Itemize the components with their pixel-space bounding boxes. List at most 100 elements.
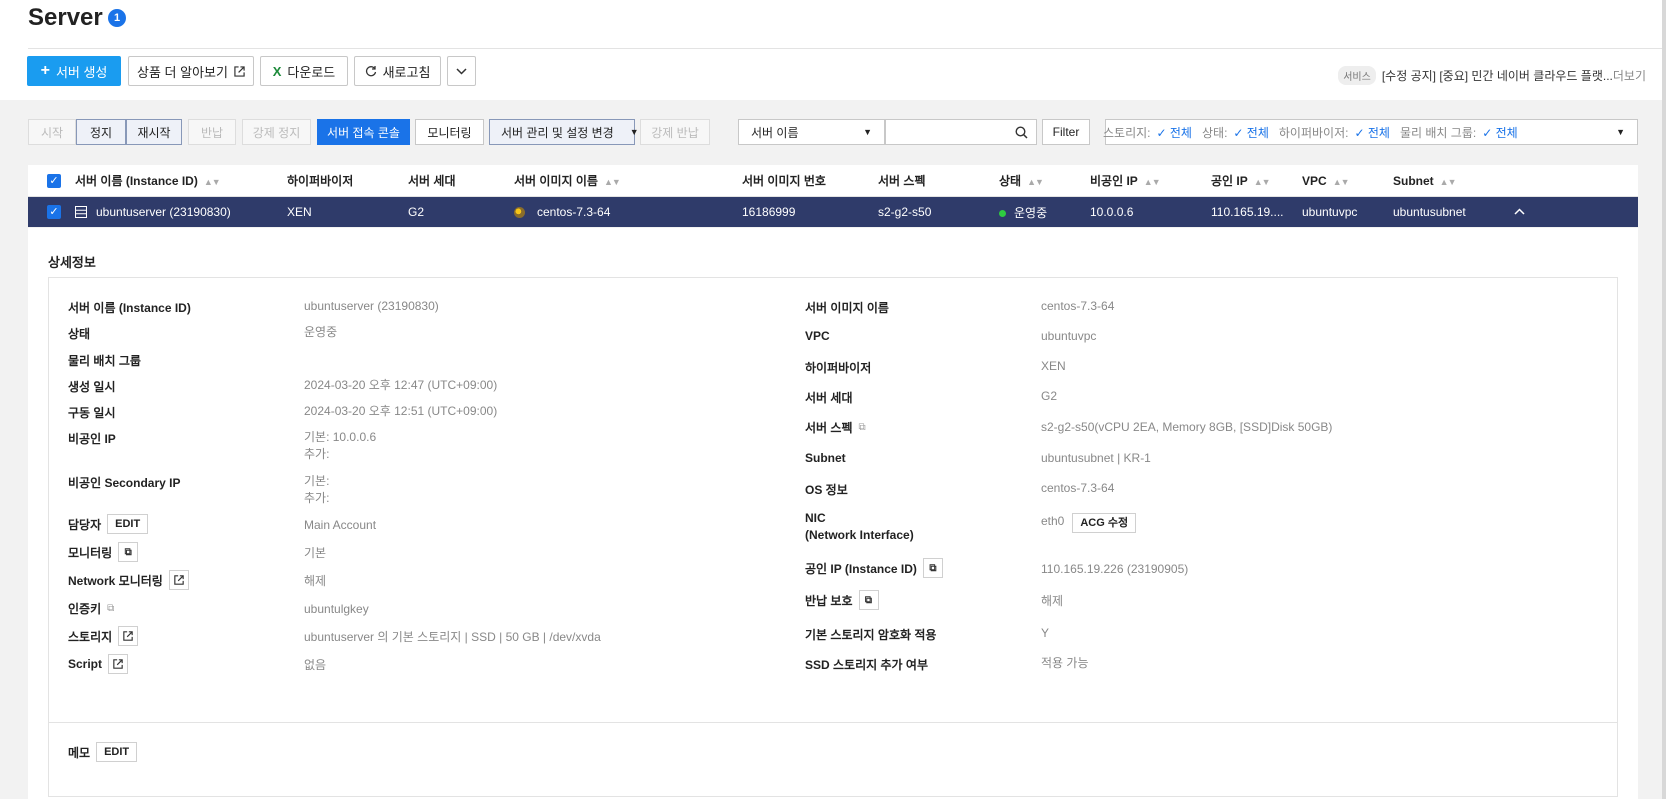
- check-icon: ✓: [1354, 125, 1368, 140]
- plus-icon: +: [40, 62, 50, 79]
- col-private-ip[interactable]: 비공인 IP ▲▼: [1090, 172, 1161, 189]
- notice-text[interactable]: [수정 공지] [중요] 민간 네이버 클라우드 플랫...: [1382, 67, 1613, 84]
- start-button[interactable]: 시작: [28, 119, 76, 145]
- filter-hypervisor-label: 하이퍼바이저:: [1278, 125, 1349, 140]
- force-return-button[interactable]: 강제 반납: [640, 119, 710, 145]
- col-image-name[interactable]: 서버 이미지 이름 ▲▼: [514, 172, 621, 189]
- detail-image-label: 서버 이미지 이름: [805, 301, 889, 315]
- copy-icon[interactable]: ⧉: [922, 558, 943, 578]
- detail-public-ip-row: 공인 IP (Instance ID) ⧉: [805, 558, 943, 578]
- search-input[interactable]: [894, 125, 1004, 139]
- download-button[interactable]: X 다운로드: [260, 56, 348, 86]
- detail-secondary-ip-main: 기본:: [304, 474, 330, 488]
- detail-vpc-label: VPC: [805, 329, 830, 343]
- row-hypervisor: XEN: [287, 205, 312, 219]
- create-server-button[interactable]: + 서버 생성: [27, 56, 121, 86]
- copy-icon[interactable]: ⧉: [118, 542, 139, 562]
- sort-icon: ▲▼: [1027, 177, 1044, 187]
- caret-down-icon: ▼: [863, 127, 872, 137]
- copy-icon[interactable]: ⧉: [858, 590, 879, 610]
- stop-button[interactable]: 정지: [76, 119, 126, 145]
- col-subnet[interactable]: Subnet ▲▼: [1393, 174, 1456, 188]
- console-button[interactable]: 서버 접속 콘솔: [317, 119, 410, 145]
- external-link-icon[interactable]: [118, 626, 139, 646]
- refresh-button[interactable]: 새로고침: [354, 56, 441, 86]
- detail-return-protect-row: 반납 보호 ⧉: [805, 590, 879, 610]
- filter-hypervisor-value[interactable]: ✓ 전체: [1354, 124, 1389, 141]
- detail-name-label: 서버 이름 (Instance ID): [68, 301, 191, 315]
- external-link-icon[interactable]: [108, 654, 129, 674]
- learn-more-button[interactable]: 상품 더 알아보기: [128, 56, 254, 86]
- filter-summary[interactable]: 스토리지: ✓ 전체 상태: ✓ 전체 하이퍼바이저: ✓ 전체 물리 배치 그…: [1103, 119, 1638, 145]
- search-box[interactable]: [885, 119, 1037, 145]
- more-options-button[interactable]: [447, 56, 476, 86]
- manage-settings-dropdown[interactable]: 서버 관리 및 설정 변경 ▼: [489, 119, 639, 145]
- detail-os-label: OS 정보: [805, 483, 848, 497]
- memo-divider: [49, 722, 1617, 723]
- notice-tag: 서비스: [1338, 66, 1376, 85]
- col-status[interactable]: 상태 ▲▼: [999, 172, 1044, 189]
- external-link-icon[interactable]: [168, 570, 189, 590]
- monitoring-button[interactable]: 모니터링: [415, 119, 484, 145]
- col-label: 서버 이미지 이름: [514, 174, 598, 188]
- filter-storage-value[interactable]: ✓ 전체: [1157, 124, 1192, 141]
- col-label: 상태: [999, 174, 1022, 188]
- row-server-name: ubuntuserver (23190830): [96, 205, 231, 219]
- row-status: 운영중: [999, 204, 1047, 221]
- detail-net-monitoring-label: Network 모니터링: [68, 573, 163, 588]
- detail-generation-value: G2: [1041, 389, 1058, 403]
- copy-icon[interactable]: ⧉: [107, 603, 114, 614]
- detail-encrypt-value: Y: [1041, 626, 1050, 640]
- sort-icon: ▲▼: [1439, 176, 1457, 187]
- restart-button[interactable]: 재시작: [126, 119, 182, 145]
- row-checkbox[interactable]: ✓: [47, 205, 61, 219]
- detail-hypervisor-value: XEN: [1041, 359, 1066, 373]
- refresh-icon: [365, 66, 376, 77]
- table-row[interactable]: ✓ ubuntuserver (23190830) XEN G2 centos-…: [28, 197, 1638, 227]
- detail-storage-label: 스토리지: [68, 629, 113, 644]
- filter-storage-label: 스토리지:: [1103, 125, 1151, 140]
- manage-settings-label: 서버 관리 및 설정 변경: [501, 125, 614, 140]
- owner-edit-button[interactable]: EDIT: [107, 514, 149, 534]
- search-field-select[interactable]: 서버 이름 ▼: [738, 119, 885, 145]
- select-all-checkbox[interactable]: ✓: [47, 174, 61, 188]
- force-stop-button[interactable]: 강제 정지: [242, 119, 311, 145]
- col-vpc[interactable]: VPC ▲▼: [1302, 174, 1350, 188]
- col-server-name[interactable]: 서버 이름 (Instance ID) ▲▼: [75, 172, 221, 189]
- filter-placement-value[interactable]: ✓ 전체: [1482, 124, 1517, 141]
- detail-owner-row: 담당자 EDIT: [68, 514, 149, 534]
- col-image-no: 서버 이미지 번호: [742, 174, 826, 188]
- col-public-ip[interactable]: 공인 IP ▲▼: [1211, 172, 1271, 189]
- page-scrollbar[interactable]: [1662, 0, 1666, 799]
- memo-row: 메모 EDIT: [68, 742, 138, 762]
- detail-owner-label: 담당자: [68, 517, 102, 532]
- detail-vpc-value: ubuntuvpc: [1041, 329, 1097, 343]
- detail-net-monitoring-row: Network 모니터링: [68, 570, 189, 590]
- memo-edit-button[interactable]: EDIT: [96, 742, 138, 762]
- detail-created-label: 생성 일시: [68, 380, 116, 394]
- caret-down-icon[interactable]: ▼: [1616, 127, 1625, 137]
- filter-status-value[interactable]: ✓ 전체: [1233, 124, 1268, 141]
- detail-status-value: 운영중: [304, 325, 338, 339]
- filter-button[interactable]: Filter: [1042, 119, 1090, 145]
- detail-spec-value: s2-g2-s50(vCPU 2EA, Memory 8GB, [SSD]Dis…: [1041, 420, 1333, 434]
- download-label: 다운로드: [287, 64, 336, 80]
- notice-banner[interactable]: 서비스 [수정 공지] [중요] 민간 네이버 클라우드 플랫... 더보기: [1338, 66, 1646, 85]
- row-image-name-text: centos-7.3-64: [537, 205, 611, 219]
- detail-script-row: Script: [68, 654, 129, 674]
- acg-edit-button[interactable]: ACG 수정: [1072, 513, 1137, 533]
- row-public-ip: 110.165.19....: [1211, 205, 1284, 219]
- return-button[interactable]: 반납: [188, 119, 236, 145]
- check-icon: ✓: [1482, 125, 1496, 140]
- copy-icon[interactable]: ⧉: [859, 422, 866, 433]
- detail-return-protect-value: 해제: [1041, 594, 1064, 608]
- col-label: 공인 IP: [1211, 174, 1248, 188]
- detail-authkey-value: ubuntulgkey: [304, 602, 369, 616]
- search-icon[interactable]: [1015, 125, 1028, 139]
- chevron-up-icon[interactable]: [1514, 208, 1525, 215]
- notice-more-link[interactable]: 더보기: [1613, 67, 1646, 84]
- search-field-label: 서버 이름: [751, 125, 799, 140]
- page-header: Server 1 + 서버 생성 상품 더 알아보기 X 다운로드 새로고침 서…: [0, 0, 1666, 100]
- col-hypervisor: 하이퍼바이저: [287, 174, 354, 188]
- check-icon: ✓: [1233, 125, 1247, 140]
